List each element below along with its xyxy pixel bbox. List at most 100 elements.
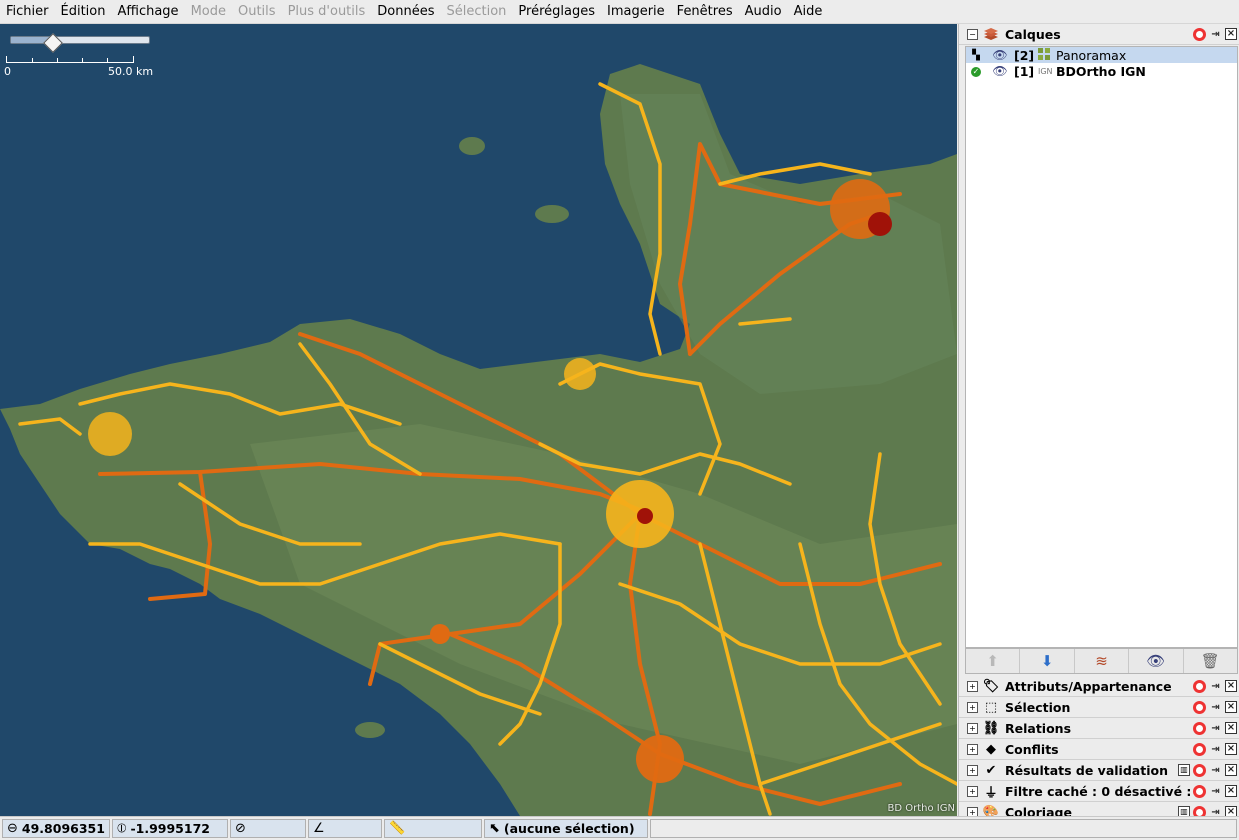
help-text-field xyxy=(650,819,1237,838)
menu-données[interactable]: Données xyxy=(371,0,440,23)
layer-index: [1] xyxy=(1014,63,1035,79)
close-icon[interactable]: × xyxy=(1225,743,1237,755)
layers-dialog-header[interactable]: − Calques ⇥ × xyxy=(959,24,1239,45)
compass-icon: ⊘ xyxy=(235,821,246,836)
layer-row-panoramax[interactable]: ▚ 👁 [2] Panoramax xyxy=(966,47,1237,63)
undock-icon[interactable]: ⇥ xyxy=(1209,785,1222,798)
menu-audio[interactable]: Audio xyxy=(739,0,788,23)
layers-icon xyxy=(983,26,999,42)
move-up-button[interactable]: ⬆ xyxy=(966,649,1021,673)
expand-icon[interactable]: + xyxy=(967,701,978,713)
cluster-nantes xyxy=(636,735,684,783)
expand-icon[interactable]: + xyxy=(967,743,978,755)
merge-layers-icon: ≋ xyxy=(1095,652,1108,670)
undock-icon[interactable]: ⇥ xyxy=(1209,764,1222,777)
grid-icon xyxy=(1038,48,1050,60)
expand-icon[interactable]: + xyxy=(967,680,978,692)
undock-icon[interactable]: ⇥ xyxy=(1209,701,1222,714)
latitude-field: ⊖ 49.8096351 xyxy=(2,819,110,838)
move-down-button[interactable]: ⬇ xyxy=(1020,649,1075,673)
dialog-header-3[interactable]: + ⛓ Relations ⇥ × xyxy=(959,718,1239,739)
cluster-st-malo xyxy=(564,358,596,390)
expand-icon[interactable]: + xyxy=(967,764,978,776)
menu-sélection[interactable]: Sélection xyxy=(441,0,513,23)
zoom-slider[interactable] xyxy=(10,33,150,53)
ruler-icon: 📏 xyxy=(389,821,406,836)
menu-édition[interactable]: Édition xyxy=(55,0,112,23)
map-view[interactable]: 0 50.0 km BD Ortho IGN xyxy=(0,24,957,816)
selection-icon: ⬚ xyxy=(984,699,998,715)
dialog-header-5[interactable]: + ✔ Résultats de validation ▥ ⇥ × xyxy=(959,760,1239,781)
menu-fenêtres[interactable]: Fenêtres xyxy=(671,0,739,23)
undock-icon[interactable]: ⇥ xyxy=(1209,722,1222,735)
help-icon[interactable] xyxy=(1193,700,1206,714)
menu-affichage[interactable]: Affichage xyxy=(111,0,184,23)
longitude-field: ⦶ -1.9995172 xyxy=(112,819,228,838)
close-icon[interactable]: × xyxy=(1225,680,1237,692)
land-cotentin xyxy=(620,94,957,394)
help-icon[interactable] xyxy=(1193,721,1206,735)
filter-toggle-icon[interactable]: ▥ xyxy=(1178,764,1190,776)
selection-field: ⬉ (aucune sélection) xyxy=(484,819,648,838)
merge-layers-button[interactable]: ≋ xyxy=(1075,649,1130,673)
layer-name[interactable]: Panoramax xyxy=(1056,48,1237,63)
close-icon[interactable]: × xyxy=(1225,701,1237,713)
latitude-icon: ⊖ xyxy=(7,821,18,836)
validation-icon: ✔ xyxy=(985,762,997,778)
undock-icon[interactable]: ⇥ xyxy=(1209,680,1222,693)
selection-cursor-icon: ⬉ xyxy=(489,821,500,836)
dialog-header-4[interactable]: + ◆ Conflits ⇥ × xyxy=(959,739,1239,760)
undock-icon[interactable]: ⇥ xyxy=(1209,28,1222,41)
angle-icon: ∠ xyxy=(313,821,325,836)
help-icon[interactable] xyxy=(1193,784,1206,798)
layer-name[interactable]: BDOrtho IGN xyxy=(1056,64,1237,79)
imagery-attribution[interactable]: BD Ortho IGN xyxy=(888,803,955,814)
ign-icon: IGN xyxy=(1038,66,1053,76)
close-icon[interactable]: × xyxy=(1225,28,1237,40)
island-jersey xyxy=(535,205,569,223)
dialog-header-6[interactable]: + ⏚ Filtre caché : 0 désactivé : 0 ⇥ × xyxy=(959,781,1239,802)
help-icon[interactable] xyxy=(1193,763,1206,777)
menu-plus-d-outils[interactable]: Plus d'outils xyxy=(282,0,372,23)
dialog-title: Sélection xyxy=(1005,699,1071,715)
help-icon[interactable] xyxy=(1193,27,1206,41)
toggle-visibility-button[interactable]: 👁 xyxy=(1129,649,1184,673)
layers-dialog-title: Calques xyxy=(1005,26,1061,42)
dialog-title: Conflits xyxy=(1005,741,1059,757)
menu-mode[interactable]: Mode xyxy=(185,0,232,23)
conflicts-icon: ◆ xyxy=(986,741,996,757)
move-up-icon: ⬆ xyxy=(986,652,999,670)
map-canvas[interactable] xyxy=(0,24,957,816)
layer-active-marker[interactable]: ▚ xyxy=(966,50,986,61)
close-icon[interactable]: × xyxy=(1225,722,1237,734)
relations-icon: ⛓ xyxy=(982,720,1000,736)
filter-icon: ⏚ xyxy=(984,785,998,801)
expand-icon[interactable]: + xyxy=(967,785,978,797)
menu-imagerie[interactable]: Imagerie xyxy=(601,0,671,23)
scale-widget: 0 50.0 km xyxy=(4,32,156,82)
layer-toolbar: ⬆ ⬇ ≋ 👁 🗑 xyxy=(965,648,1238,674)
collapse-icon[interactable]: − xyxy=(967,28,978,40)
close-icon[interactable]: × xyxy=(1225,764,1237,776)
help-icon[interactable] xyxy=(1193,742,1206,756)
menu-aide[interactable]: Aide xyxy=(788,0,829,23)
eye-icon[interactable]: 👁 xyxy=(986,48,1014,62)
layer-list[interactable]: ▚ 👁 [2] Panoramax ✓ 👁 [1] IGN BDOrtho IG… xyxy=(965,46,1238,648)
eye-icon[interactable]: 👁 xyxy=(986,64,1014,78)
expand-icon[interactable]: + xyxy=(967,722,978,734)
dialog-header-1[interactable]: + 🏷 Attributs/Appartenance ⇥ × xyxy=(959,676,1239,697)
menu-outils[interactable]: Outils xyxy=(232,0,282,23)
dialog-title: Relations xyxy=(1005,720,1072,736)
longitude-icon: ⦶ xyxy=(117,821,127,836)
menu-fichier[interactable]: Fichier xyxy=(0,0,55,23)
layer-row-bdortho[interactable]: ✓ 👁 [1] IGN BDOrtho IGN xyxy=(966,63,1237,79)
dialog-title: Attributs/Appartenance xyxy=(1005,678,1172,694)
angle-field: ∠ xyxy=(308,819,382,838)
dialog-header-2[interactable]: + ⬚ Sélection ⇥ × xyxy=(959,697,1239,718)
menu-préréglages[interactable]: Préréglages xyxy=(512,0,601,23)
delete-layer-button[interactable]: 🗑 xyxy=(1184,649,1237,673)
help-icon[interactable] xyxy=(1193,679,1206,693)
latitude-value: 49.8096351 xyxy=(21,821,105,836)
undock-icon[interactable]: ⇥ xyxy=(1209,743,1222,756)
close-icon[interactable]: × xyxy=(1225,785,1237,797)
